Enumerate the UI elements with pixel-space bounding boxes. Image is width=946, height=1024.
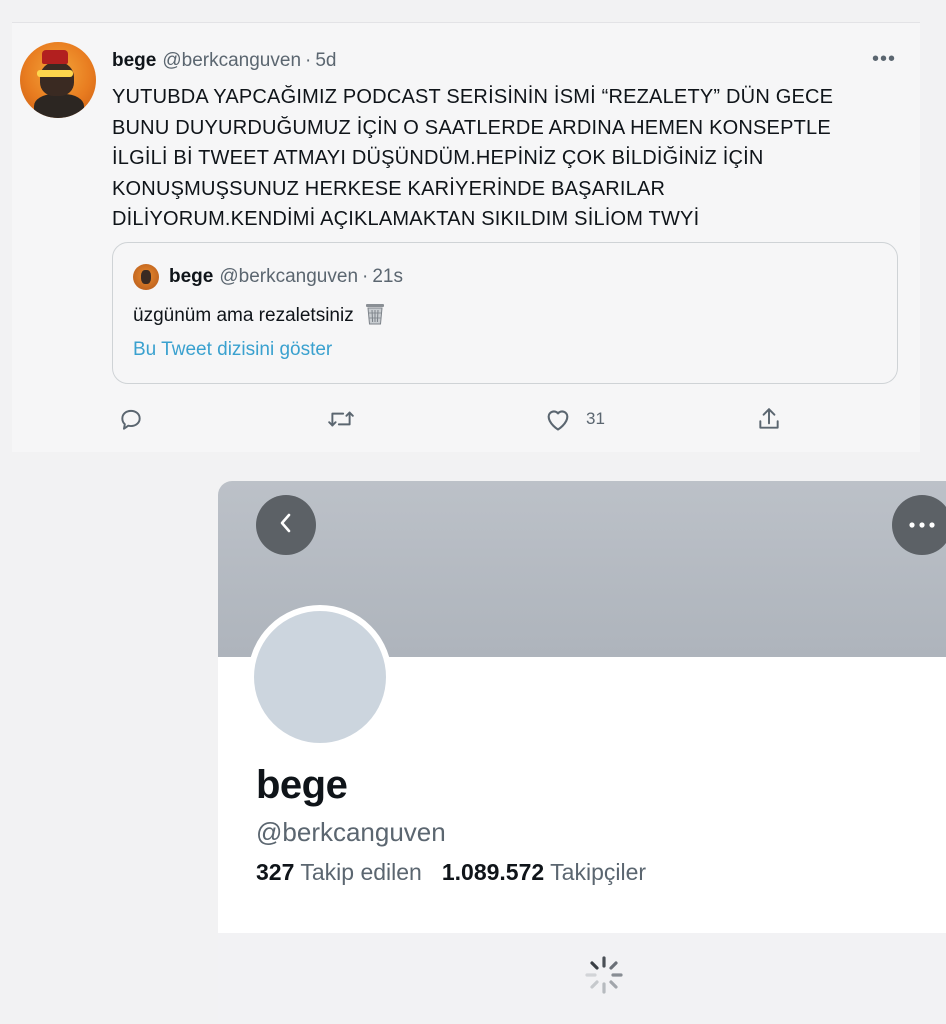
more-options-icon[interactable]: •••	[872, 48, 896, 71]
following-count: 327	[256, 859, 295, 885]
quoted-tweet-text: üzgünüm ama rezaletsiniz	[133, 305, 354, 326]
retweet-icon	[327, 406, 355, 432]
header-separator: ·	[305, 50, 312, 71]
tweet-text: YUTUBDA YAPCAĞIMIZ PODCAST SERİSİNİN İSM…	[112, 82, 902, 235]
show-thread-link[interactable]: Bu Tweet dizisini göster	[133, 339, 332, 361]
quoted-author-avatar	[133, 264, 159, 290]
tweet-text-line: İLGİLİ Bİ TWEET ATMAYI DÜŞÜNDÜM.HEPİNİZ …	[112, 147, 764, 169]
profile-stats: 327 Takip edilen 1.089.572 Takipçiler	[256, 859, 646, 886]
tweet-actions: 31	[112, 402, 872, 436]
tweet-author-name[interactable]: bege	[112, 50, 156, 71]
quoted-author-handle: @berkcanguven	[219, 266, 359, 287]
retweet-button[interactable]	[327, 402, 355, 436]
followers-label: Takipçiler	[550, 859, 647, 885]
heart-icon	[544, 406, 572, 432]
more-horizontal-icon	[908, 516, 936, 534]
tweet-text-line: BUNU DUYURDUĞUMUZ İÇİN O SAATLERDE ARDIN…	[112, 116, 831, 139]
loading-spinner-icon	[582, 953, 626, 997]
wastebasket-icon	[365, 303, 385, 331]
following-link[interactable]: 327 Takip edilen	[256, 859, 422, 885]
tweet-card[interactable]: bege @berkcanguven · 5d ••• YUTUBDA YAPCAĞI…	[12, 22, 920, 452]
tweet-text-line: KONUŞMUŞSUNUZ HERKESE KARİYERİNDE BAŞARI…	[112, 177, 666, 200]
reply-button[interactable]	[118, 402, 144, 436]
quoted-tweet-timestamp: 21s	[372, 266, 403, 287]
profile-display-name: bege	[256, 763, 348, 807]
tweet-text-line: YUTUBDA YAPCAĞIMIZ PODCAST SERİSİNİN İSM…	[112, 86, 834, 108]
quoted-author-name: bege	[169, 266, 214, 287]
profile-panel: bege @berkcanguven 327 Takip edilen 1.089.…	[218, 481, 946, 1024]
tweet-timestamp[interactable]: 5d	[315, 50, 336, 71]
profile-avatar[interactable]	[248, 605, 392, 749]
share-icon	[756, 406, 782, 432]
followers-link[interactable]: 1.089.572 Takipçiler	[442, 859, 646, 885]
quoted-header-separator: ·	[362, 266, 369, 287]
followers-count: 1.089.572	[441, 859, 545, 885]
share-button[interactable]	[756, 402, 782, 436]
tweet-author-handle[interactable]: @berkcanguven	[162, 50, 301, 71]
back-button[interactable]	[256, 495, 316, 555]
reply-icon	[118, 406, 144, 432]
profile-handle: @berkcanguven	[256, 817, 446, 847]
quoted-tweet-text-row: üzgünüm ama rezaletsiniz	[133, 303, 385, 331]
divider	[12, 22, 920, 23]
tweet-text-line: DİLİYORUM.KENDİMİ AÇIKLAMAKTAN SIKILDIM …	[112, 208, 700, 230]
quoted-tweet-header: bege @berkcanguven · 21s	[169, 266, 403, 288]
chevron-left-icon	[277, 512, 295, 539]
profile-more-button[interactable]	[892, 495, 946, 555]
following-label: Takip edilen	[300, 859, 422, 885]
like-count: 31	[586, 409, 605, 428]
tweet-header: bege @berkcanguven · 5d	[112, 50, 336, 72]
like-button[interactable]: 31	[544, 402, 605, 436]
tweet-author-avatar[interactable]	[20, 42, 96, 118]
quoted-tweet[interactable]: bege @berkcanguven · 21s üzgünüm ama rezale…	[112, 242, 898, 384]
